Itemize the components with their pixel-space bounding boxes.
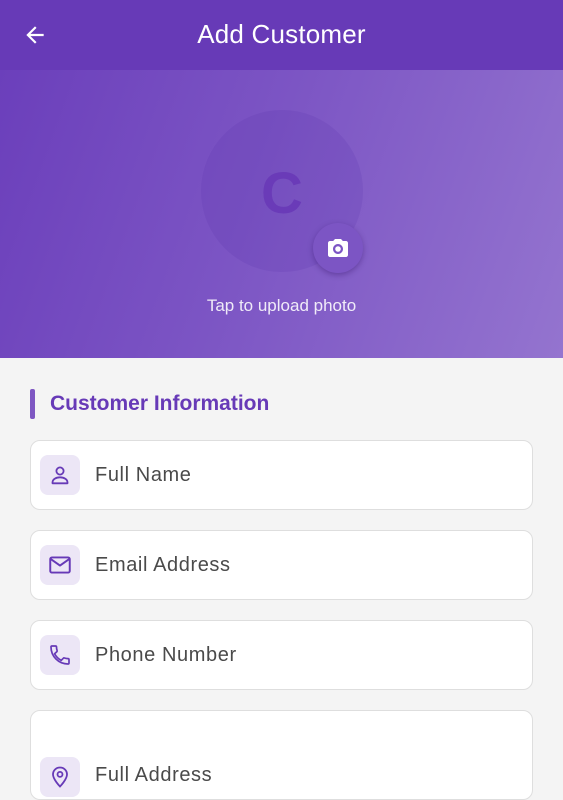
location-pin-icon xyxy=(40,757,80,797)
phone-icon xyxy=(40,635,80,675)
page-title: Add Customer xyxy=(197,19,366,49)
person-icon xyxy=(40,455,80,495)
phone-input[interactable] xyxy=(95,621,515,689)
app-bar: Add Customer xyxy=(0,0,563,70)
upload-photo-button[interactable] xyxy=(313,223,363,273)
full-name-field[interactable] xyxy=(30,440,533,510)
avatar-initial: C xyxy=(261,160,303,226)
avatar-container: C xyxy=(201,110,363,273)
section-header: Customer Information xyxy=(30,389,269,419)
address-input[interactable] xyxy=(95,755,515,795)
upload-hint-text: Tap to upload photo xyxy=(206,296,357,315)
email-input[interactable] xyxy=(95,531,515,599)
camera-icon xyxy=(328,239,348,257)
email-field[interactable] xyxy=(30,530,533,600)
address-field[interactable] xyxy=(30,710,533,800)
photo-header: C Tap to upload photo xyxy=(0,70,563,358)
section-accent-bar xyxy=(30,389,35,419)
phone-field[interactable] xyxy=(30,620,533,690)
full-name-input[interactable] xyxy=(95,441,515,509)
mail-icon xyxy=(40,545,80,585)
section-title: Customer Information xyxy=(50,392,270,415)
